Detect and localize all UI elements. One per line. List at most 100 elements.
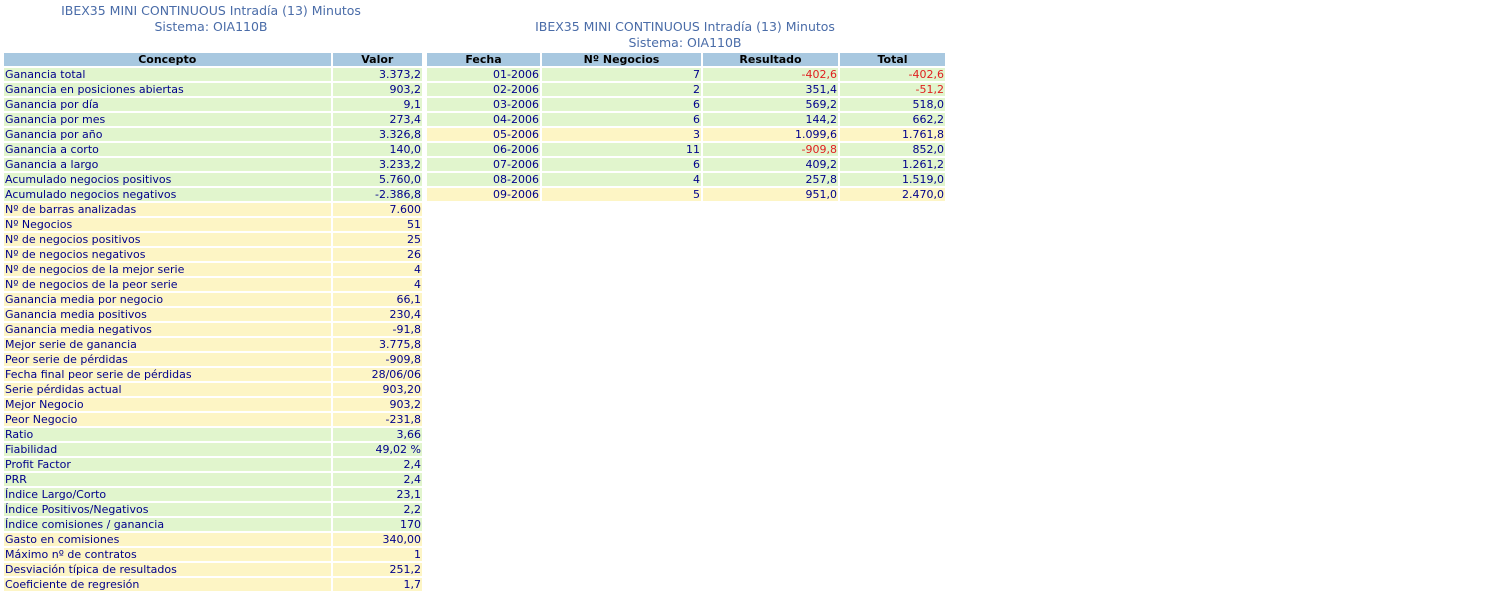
table-row: 04-2006 6 144,2 662,2 (427, 113, 945, 126)
table-row: Ganancia por día 9,1 (4, 98, 422, 111)
table-row: Peor serie de pérdidas -909,8 (4, 353, 422, 366)
stat-label: Gasto en comisiones (4, 533, 331, 546)
stat-value: 2,4 (332, 458, 422, 471)
monthly-table-body: 01-2006 7 -402,6 -402,6 02-2006 2 351,4 -51,2 03… (427, 68, 945, 201)
stat-value: 23,1 (332, 488, 422, 501)
stat-value: 170 (332, 518, 422, 531)
table-row: Nº de negocios de la mejor serie 4 (4, 263, 422, 276)
stat-value: 273,4 (332, 113, 422, 126)
table-row: Índice Largo/Corto 23,1 (4, 488, 422, 501)
monthly-title: IBEX35 MINI CONTINUOUS Intradía (13) Min… (425, 19, 945, 51)
month-negocios: 3 (542, 128, 701, 141)
stat-label: Fiabilidad (4, 443, 331, 456)
stats-title: IBEX35 MINI CONTINUOUS Intradía (13) Min… (0, 3, 422, 35)
stat-label: Nº de barras analizadas (4, 203, 331, 216)
stat-label: Ganancia por año (4, 128, 331, 141)
stat-label: Nº de negocios de la peor serie (4, 278, 331, 291)
table-row: 07-2006 6 409,2 1.261,2 (427, 158, 945, 171)
stat-label: Nº de negocios de la mejor serie (4, 263, 331, 276)
stat-label: Mejor Negocio (4, 398, 331, 411)
stat-label: Peor Negocio (4, 413, 331, 426)
month-negocios: 5 (542, 188, 701, 201)
table-row: Ganancia media por negocio 66,1 (4, 293, 422, 306)
month-total: 1.761,8 (840, 128, 945, 141)
stat-value: 140,0 (332, 143, 422, 156)
month-resultado: 257,8 (703, 173, 838, 186)
month-fecha: 05-2006 (427, 128, 540, 141)
stat-value: 66,1 (332, 293, 422, 306)
stat-label: Fecha final peor serie de pérdidas (4, 368, 331, 381)
stat-value: 7.600 (332, 203, 422, 216)
monthly-title-line1: IBEX35 MINI CONTINUOUS Intradía (13) Min… (535, 19, 835, 34)
table-row: 09-2006 5 951,0 2.470,0 (427, 188, 945, 201)
stat-value: 4 (332, 278, 422, 291)
table-row: Coeficiente de regresión 1,7 (4, 578, 422, 591)
month-total: 518,0 (840, 98, 945, 111)
stat-label: Nº de negocios positivos (4, 233, 331, 246)
stat-value: 26 (332, 248, 422, 261)
stat-label: Mejor serie de ganancia (4, 338, 331, 351)
monthly-header-row: Fecha Nº Negocios Resultado Total (427, 53, 945, 66)
month-resultado: 351,4 (703, 83, 838, 96)
stat-value: -2.386,8 (332, 188, 422, 201)
month-negocios: 7 (542, 68, 701, 81)
stat-label: Nº de negocios negativos (4, 248, 331, 261)
stat-value: 1 (332, 548, 422, 561)
header-valor: Valor (332, 53, 422, 66)
stat-label: Nº Negocios (4, 218, 331, 231)
month-fecha: 02-2006 (427, 83, 540, 96)
month-negocios: 6 (542, 158, 701, 171)
stat-value: 25 (332, 233, 422, 246)
table-row: Nº Negocios 51 (4, 218, 422, 231)
table-row: Nº de barras analizadas 7.600 (4, 203, 422, 216)
stat-value: 3.326,8 (332, 128, 422, 141)
stat-label: PRR (4, 473, 331, 486)
month-total: 1.261,2 (840, 158, 945, 171)
stat-label: Índice comisiones / ganancia (4, 518, 331, 531)
month-fecha: 06-2006 (427, 143, 540, 156)
stat-value: 3.373,2 (332, 68, 422, 81)
month-fecha: 07-2006 (427, 158, 540, 171)
stat-label: Ganancia por mes (4, 113, 331, 126)
month-fecha: 08-2006 (427, 173, 540, 186)
stat-label: Acumulado negocios negativos (4, 188, 331, 201)
stat-label: Máximo nº de contratos (4, 548, 331, 561)
month-negocios: 6 (542, 113, 701, 126)
stat-value: 3,66 (332, 428, 422, 441)
stats-title-line2: Sistema: OIA110B (154, 19, 268, 34)
table-row: Serie pérdidas actual 903,20 (4, 383, 422, 396)
header-fecha: Fecha (427, 53, 540, 66)
monthly-title-line2: Sistema: OIA110B (628, 35, 742, 50)
stat-label: Ratio (4, 428, 331, 441)
stat-label: Ganancia por día (4, 98, 331, 111)
table-row: Nº de negocios positivos 25 (4, 233, 422, 246)
month-resultado: -909,8 (703, 143, 838, 156)
stats-title-line1: IBEX35 MINI CONTINUOUS Intradía (13) Min… (61, 3, 361, 18)
stat-value: 903,2 (332, 398, 422, 411)
month-fecha: 09-2006 (427, 188, 540, 201)
table-row: Ratio 3,66 (4, 428, 422, 441)
stat-value: 230,4 (332, 308, 422, 321)
month-total: 2.470,0 (840, 188, 945, 201)
stat-value: 49,02 % (332, 443, 422, 456)
stat-label: Ganancia a largo (4, 158, 331, 171)
stat-label: Ganancia media negativos (4, 323, 331, 336)
month-fecha: 04-2006 (427, 113, 540, 126)
table-row: Acumulado negocios positivos 5.760,0 (4, 173, 422, 186)
stat-value: 4 (332, 263, 422, 276)
table-row: Ganancia media negativos -91,8 (4, 323, 422, 336)
table-row: Ganancia a largo 3.233,2 (4, 158, 422, 171)
month-total: 662,2 (840, 113, 945, 126)
stat-label: Ganancia total (4, 68, 331, 81)
stat-value: 2,2 (332, 503, 422, 516)
stat-label: Índice Positivos/Negativos (4, 503, 331, 516)
month-resultado: 569,2 (703, 98, 838, 111)
stats-header-row: Concepto Valor (4, 53, 422, 66)
header-negocios: Nº Negocios (542, 53, 701, 66)
table-row: Índice Positivos/Negativos 2,2 (4, 503, 422, 516)
table-row: Índice comisiones / ganancia 170 (4, 518, 422, 531)
stat-value: 340,00 (332, 533, 422, 546)
table-row: 01-2006 7 -402,6 -402,6 (427, 68, 945, 81)
table-row: Ganancia media positivos 230,4 (4, 308, 422, 321)
stat-value: 251,2 (332, 563, 422, 576)
